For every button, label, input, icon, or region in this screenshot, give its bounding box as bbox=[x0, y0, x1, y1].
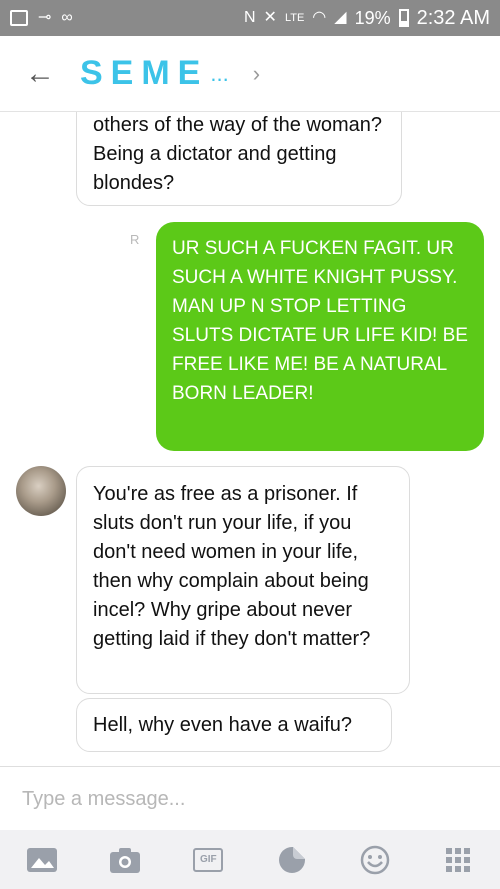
wifi-icon: ◠ bbox=[312, 9, 327, 26]
gif-button[interactable]: GIF bbox=[188, 840, 228, 880]
battery-percent: 19% bbox=[354, 7, 391, 28]
lte-icon: LTE bbox=[284, 11, 305, 24]
read-receipt-icon: R bbox=[130, 232, 140, 247]
emoji-icon[interactable] bbox=[355, 840, 395, 880]
nfc-icon: N bbox=[243, 9, 256, 26]
message-list[interactable]: others of the way of the woman? Being a … bbox=[0, 112, 500, 766]
image-icon[interactable] bbox=[22, 840, 62, 880]
outgoing-message[interactable]: UR SUCH A FUCKEN FAGIT. UR SUCH A WHITE … bbox=[156, 222, 484, 451]
signal-icon: ◢ bbox=[334, 9, 347, 26]
incoming-message[interactable]: Hell, why even have a waifu? bbox=[76, 698, 392, 752]
mute-icon: ✕ bbox=[263, 9, 277, 26]
chevron-right-icon[interactable]: › bbox=[253, 61, 260, 87]
arrow-left-icon: ← bbox=[25, 56, 55, 90]
title-ellipsis: ... bbox=[210, 60, 229, 86]
incognito-icon: ∞ bbox=[61, 9, 73, 26]
message-input[interactable] bbox=[0, 767, 500, 831]
camera-icon[interactable] bbox=[105, 840, 145, 880]
clock: 2:32 AM bbox=[416, 6, 490, 29]
composer bbox=[0, 766, 500, 831]
apps-grid-icon[interactable] bbox=[438, 840, 478, 880]
sticker-icon[interactable] bbox=[272, 840, 312, 880]
contact-name[interactable]: SEME bbox=[80, 54, 208, 93]
attachment-toolbar: GIF bbox=[0, 830, 500, 889]
contact-avatar[interactable] bbox=[16, 466, 66, 516]
gallery-notification-icon bbox=[10, 10, 28, 26]
back-button[interactable]: ← bbox=[0, 36, 80, 112]
battery-icon bbox=[398, 9, 409, 27]
key-icon: ⊸ bbox=[38, 9, 52, 26]
conversation-header: ← SEME ... › bbox=[0, 36, 500, 112]
incoming-message[interactable]: others of the way of the woman? Being a … bbox=[76, 112, 402, 206]
gif-icon: GIF bbox=[193, 847, 224, 872]
incoming-message[interactable]: You're as free as a prisoner. If sluts d… bbox=[76, 466, 410, 694]
status-bar: ⊸ ∞ N ✕ LTE ◠ ◢ 19% 2:32 AM bbox=[0, 0, 500, 36]
